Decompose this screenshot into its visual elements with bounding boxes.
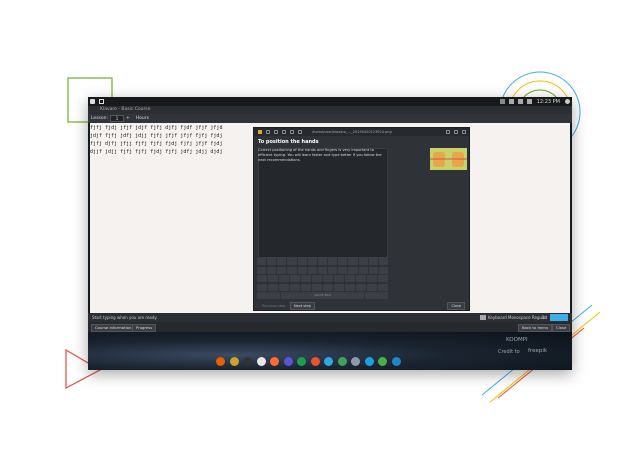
hands-icon xyxy=(430,152,467,167)
spreadsheet-icon[interactable] xyxy=(297,356,306,366)
keyboard-icon[interactable] xyxy=(480,315,486,320)
status-message: Start typing when you are ready. xyxy=(92,315,158,320)
course-information-button[interactable]: Course information xyxy=(91,324,136,332)
app-9-icon[interactable] xyxy=(324,356,333,366)
window-title: Klavaro - Basic Course xyxy=(100,107,151,112)
dialog-description: Correct positioning of the hands and fin… xyxy=(258,148,382,162)
lesson-line: djjf jdjj fjfj fjfj fjdj fjfj jdfj jdjj … xyxy=(90,149,223,155)
volume-icon[interactable] xyxy=(517,99,523,104)
back-to-menu-button[interactable]: Back to menu xyxy=(518,324,553,332)
app-12-icon[interactable] xyxy=(364,356,374,366)
firefox-icon[interactable] xyxy=(216,356,225,366)
lesson-spinbox[interactable]: 1 xyxy=(110,115,125,122)
undo-icon[interactable] xyxy=(282,130,286,134)
hands-illustration xyxy=(430,148,467,170)
klavaro-icon xyxy=(99,99,104,104)
status-bar: Start typing when you are ready. Keyboar… xyxy=(88,313,572,322)
progress-button[interactable]: Progress xyxy=(132,324,157,332)
lesson-toolbar: Lesson: 1 + Hours xyxy=(88,114,572,123)
dialog-footer: Previous step Next step Close xyxy=(254,301,469,310)
dialog-title: To position the hands xyxy=(258,139,319,145)
lesson-line: jdjf fjfj jdfj jdjj fjfj jfjf jfjf fjfj … xyxy=(90,133,223,139)
app-11-icon[interactable] xyxy=(351,356,360,366)
dialog-path: /home/user/klavaro_..._20190420123924.pn… xyxy=(312,130,392,134)
network-icon[interactable] xyxy=(508,99,514,104)
virtual-keyboard: SPACE BAR xyxy=(257,258,389,299)
lesson-label: Lesson: xyxy=(91,116,109,121)
lesson-line: fjfj fjdj jfjf jdjf fjfj djfj fjdf jfjf … xyxy=(90,125,223,131)
tray-icon[interactable] xyxy=(499,99,505,104)
app-4-icon[interactable] xyxy=(256,356,266,366)
app-10-icon[interactable] xyxy=(337,356,347,366)
previous-step-button[interactable]: Previous step xyxy=(258,302,289,310)
power-icon[interactable] xyxy=(565,99,570,104)
app-menu-icon[interactable] xyxy=(90,99,95,104)
dialog-text-panel xyxy=(258,148,388,258)
hours-label: Hours xyxy=(135,116,149,121)
hand-position-dialog: /home/user/klavaro_..._20190420123924.pn… xyxy=(253,127,470,311)
close-button[interactable]: Close xyxy=(552,324,571,332)
redo-icon[interactable] xyxy=(290,130,294,134)
app-6-icon[interactable] xyxy=(283,356,293,366)
bottom-bar: Course information Progress Back to menu… xyxy=(88,322,572,332)
lesson-line: fjfj djfj jfjj fjfj fjfj fjdj fjfj jfjf … xyxy=(90,141,223,147)
lesson-text: fjfj fjdj jfjf jdjf fjfj djfj fjdf jfjf … xyxy=(90,124,260,156)
dialog-close-button[interactable]: Close xyxy=(447,302,465,310)
dialog-tool-icon[interactable] xyxy=(266,130,270,134)
files-icon[interactable] xyxy=(229,356,239,366)
desktop-screen: 12:23 PM Klavaro - Basic Course Lesson: … xyxy=(88,97,572,370)
app-5-icon[interactable] xyxy=(270,356,279,366)
clock[interactable]: 12:23 PM xyxy=(537,99,560,105)
dialog-header: /home/user/klavaro_..._20190420123924.pn… xyxy=(254,128,469,136)
close-icon[interactable] xyxy=(462,130,466,134)
maximize-icon[interactable] xyxy=(454,130,458,134)
top-panel: 12:23 PM xyxy=(88,97,572,106)
font-select-button[interactable] xyxy=(550,314,568,321)
font-size[interactable]: 14 xyxy=(542,313,547,322)
window-title-bar: Klavaro - Basic Course xyxy=(88,106,572,114)
dialog-tool-icon[interactable] xyxy=(298,130,302,134)
terminal-icon[interactable] xyxy=(243,356,252,366)
space-bar-key: SPACE BAR xyxy=(281,292,364,299)
freepik-logo: freepik xyxy=(528,348,548,354)
minimize-icon[interactable] xyxy=(446,130,450,134)
dock xyxy=(216,355,405,367)
keyboard-label[interactable]: Keyboard xyxy=(488,313,507,322)
app-13-icon[interactable] xyxy=(378,356,387,366)
next-step-button[interactable]: Next step xyxy=(290,302,315,310)
app-14-icon[interactable] xyxy=(391,356,401,366)
battery-icon[interactable] xyxy=(526,99,532,104)
koompi-logo: KOOMPI xyxy=(506,337,528,343)
dialog-menu-icon[interactable] xyxy=(258,130,262,134)
presentation-icon[interactable] xyxy=(310,356,320,366)
credit-text: Credit to xyxy=(498,349,520,355)
lesson-increment-icon[interactable]: + xyxy=(126,116,130,121)
dialog-tool-icon[interactable] xyxy=(274,130,278,134)
